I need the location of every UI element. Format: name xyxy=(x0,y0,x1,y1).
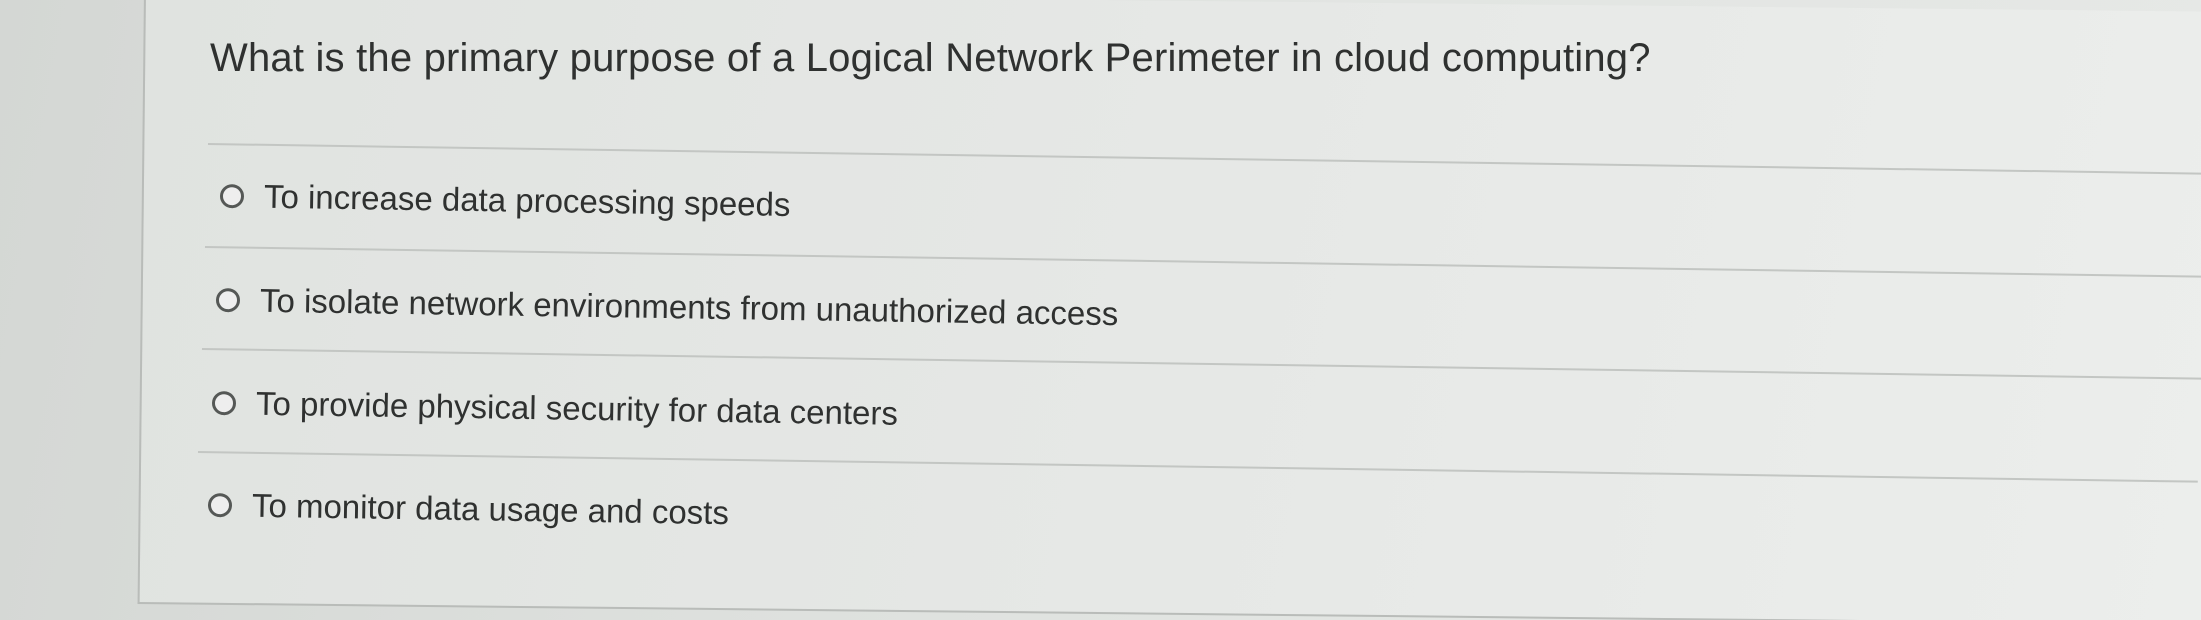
radio-button[interactable] xyxy=(207,493,233,518)
radio-button[interactable] xyxy=(219,184,245,209)
option-label: To monitor data usage and costs xyxy=(251,486,730,532)
radio-button[interactable] xyxy=(211,391,237,416)
quiz-page: What is the primary purpose of a Logical… xyxy=(0,0,2201,620)
question-text: What is the primary purpose of a Logical… xyxy=(210,36,1651,80)
radio-button[interactable] xyxy=(215,288,241,313)
